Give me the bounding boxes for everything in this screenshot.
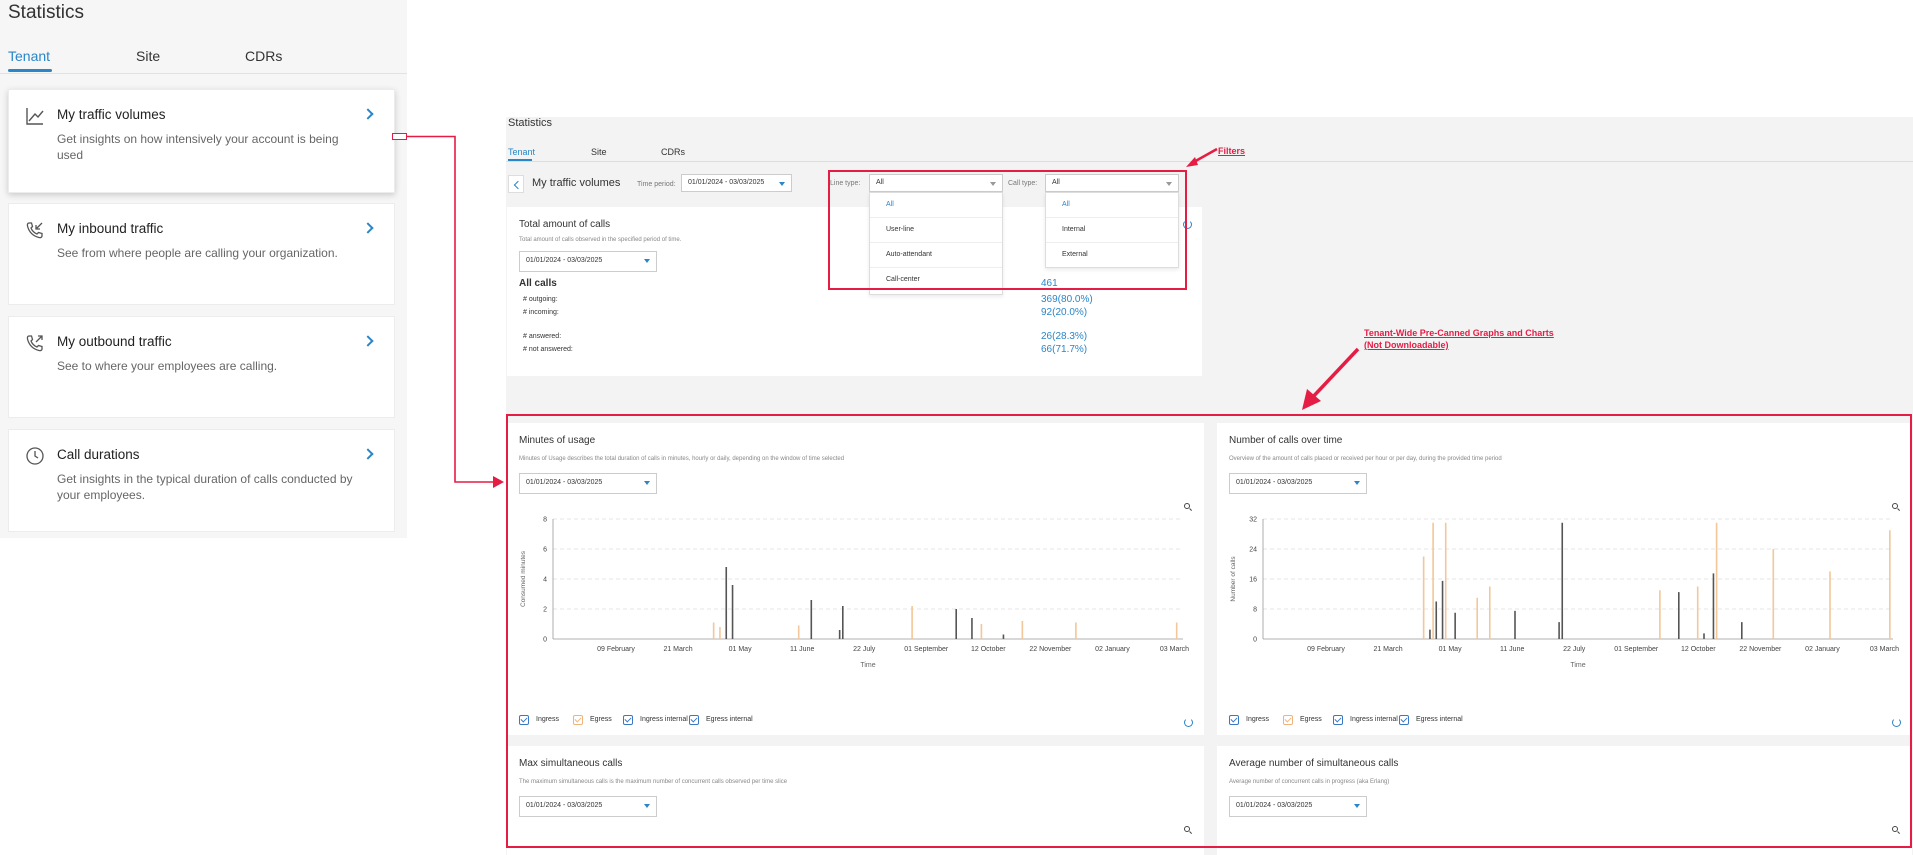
all-calls-label: All calls bbox=[519, 278, 557, 289]
card-traffic-volumes[interactable]: My traffic volumes Get insights on how i… bbox=[8, 89, 395, 193]
card-title: My traffic volumes bbox=[57, 107, 166, 122]
card-call-durations[interactable]: Call durations Get insights in the typic… bbox=[8, 429, 395, 532]
time-period-select[interactable]: 01/01/2024 - 03/03/2025 bbox=[681, 174, 792, 192]
right-tab-tenant[interactable]: Tenant bbox=[508, 147, 535, 157]
line-chart-icon bbox=[26, 108, 44, 125]
tenant-wide-annotation-line2: (Not Downloadable) bbox=[1364, 340, 1449, 350]
right-statistics-screenshot: Statistics Tenant Site CDRs My traffic v… bbox=[506, 117, 1913, 855]
not-answered-value: 66(71.7%) bbox=[1041, 344, 1088, 355]
outgoing-label: # outgoing: bbox=[523, 296, 558, 303]
incoming-value: 92(20.0%) bbox=[1041, 307, 1088, 318]
card-title: My outbound traffic bbox=[57, 334, 172, 349]
right-tab-site[interactable]: Site bbox=[591, 147, 607, 157]
card-outbound-traffic[interactable]: My outbound traffic See to where your em… bbox=[8, 316, 395, 418]
filters-highlight-box bbox=[828, 170, 1187, 290]
breadcrumb-title: My traffic volumes bbox=[532, 177, 621, 189]
graphs-arrow bbox=[1302, 347, 1360, 410]
card-title: My inbound traffic bbox=[57, 221, 164, 236]
caret-down-icon bbox=[779, 182, 785, 186]
card-description: Get insights on how intensively your acc… bbox=[57, 132, 339, 162]
tenant-wide-annotation-line1: Tenant-Wide Pre-Canned Graphs and Charts bbox=[1364, 328, 1554, 338]
answered-value: 26(28.3%) bbox=[1041, 331, 1088, 342]
chevron-right-icon bbox=[362, 222, 374, 234]
total-calls-title: Total amount of calls bbox=[519, 219, 611, 230]
filters-arrow bbox=[1186, 147, 1218, 167]
connector-arrow bbox=[407, 135, 504, 488]
total-calls-date-select[interactable]: 01/01/2024 - 03/03/2025 bbox=[519, 251, 657, 272]
outgoing-call-icon bbox=[26, 335, 43, 352]
right-tab-cdrs[interactable]: CDRs bbox=[661, 147, 685, 157]
incoming-call-icon bbox=[26, 222, 43, 239]
chevron-right-icon bbox=[362, 335, 374, 347]
card-title: Call durations bbox=[57, 447, 140, 462]
not-answered-label: # not answered: bbox=[523, 346, 573, 353]
left-tab-divider bbox=[0, 73, 407, 74]
card-description: See to where your employees are calling. bbox=[57, 359, 278, 373]
left-tab-site[interactable]: Site bbox=[136, 48, 160, 64]
time-period-label: Time period: bbox=[637, 181, 676, 188]
left-tab-tenant[interactable]: Tenant bbox=[8, 48, 50, 64]
left-tab-cdrs[interactable]: CDRs bbox=[245, 48, 282, 64]
date-value: 01/01/2024 - 03/03/2025 bbox=[526, 257, 603, 264]
chevron-right-icon bbox=[362, 108, 374, 120]
right-page-title: Statistics bbox=[508, 117, 553, 129]
back-button[interactable] bbox=[508, 175, 524, 193]
clock-icon bbox=[26, 447, 44, 465]
time-period-value: 01/01/2024 - 03/03/2025 bbox=[688, 179, 765, 186]
card-inbound-traffic[interactable]: My inbound traffic See from where people… bbox=[8, 203, 395, 305]
left-active-tab-indicator bbox=[8, 69, 52, 72]
connector-marker bbox=[392, 133, 407, 140]
left-page-title: Statistics bbox=[8, 2, 85, 23]
total-calls-description: Total amount of calls observed in the sp… bbox=[519, 237, 682, 243]
answered-label: # answered: bbox=[523, 333, 562, 340]
card-description: Get insights in the typical duration of … bbox=[57, 472, 353, 502]
chevron-right-icon bbox=[362, 448, 374, 460]
left-statistics-panel: Statistics Tenant Site CDRs My traffic v… bbox=[0, 0, 407, 538]
graphs-highlight-box bbox=[506, 414, 1912, 848]
caret-down-icon bbox=[644, 259, 650, 263]
card-description: See from where people are calling your o… bbox=[57, 246, 338, 260]
outgoing-value: 369(80.0%) bbox=[1041, 294, 1093, 305]
incoming-label: # incoming: bbox=[523, 309, 559, 316]
